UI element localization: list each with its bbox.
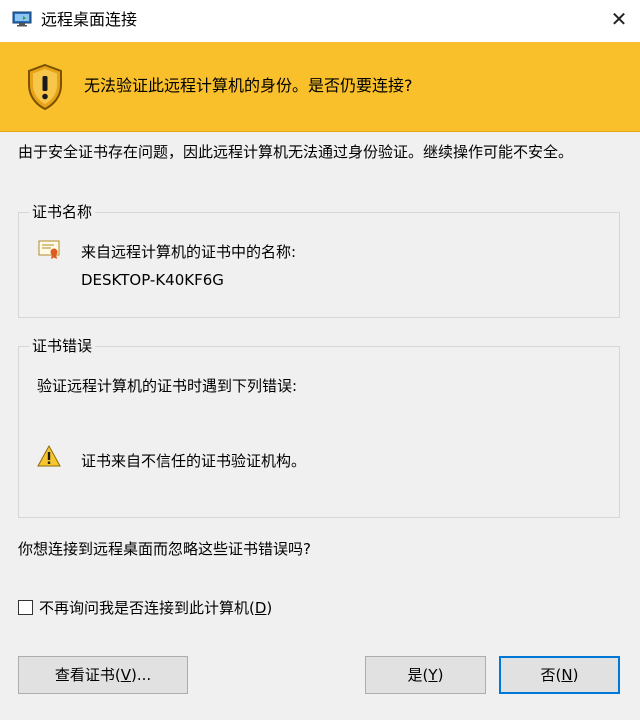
window-title: 远程桌面连接 — [41, 10, 138, 29]
no-label-end: ) — [572, 666, 579, 684]
certificate-icon — [38, 240, 62, 260]
dont-ask-again-label-end: ) — [266, 598, 273, 617]
certificate-name-value: DESKTOP-K40KF6G — [81, 271, 224, 289]
certificate-name-label: 来自远程计算机的证书中的名称: — [81, 243, 297, 261]
dont-ask-again-checkbox-row[interactable]: 不再询问我是否连接到此计算机(D) — [18, 595, 272, 619]
warning-banner: 无法验证此远程计算机的身份。是否仍要连接? — [0, 42, 640, 132]
ignore-errors-question: 你想连接到远程桌面而忽略这些证书错误吗? — [18, 540, 311, 558]
certificate-error-item: 证书来自不信任的证书验证机构。 — [81, 452, 307, 470]
view-certificate-label: 查看证书( — [54, 666, 121, 684]
yes-button[interactable]: 是(Y) — [365, 656, 486, 694]
certificate-error-group: 证书错误 验证远程计算机的证书时遇到下列错误: 证书来自不信任的证书验证机构。 — [18, 334, 620, 518]
certificate-error-intro: 验证远程计算机的证书时遇到下列错误: — [37, 377, 298, 395]
certificate-name-legend: 证书名称 — [29, 200, 96, 224]
view-certificate-label-end: )... — [130, 666, 152, 684]
certificate-error-legend: 证书错误 — [29, 334, 96, 358]
no-button[interactable]: 否(N) — [499, 656, 620, 694]
view-certificate-accel: V — [120, 666, 131, 684]
security-description: 由于安全证书存在问题，因此远程计算机无法通过身份验证。继续操作可能不安全。 — [18, 143, 574, 161]
close-button[interactable]: ✕ — [610, 8, 628, 30]
warning-triangle-icon — [37, 444, 61, 467]
no-accel: N — [561, 666, 573, 684]
yes-label: 是( — [407, 666, 429, 684]
security-shield-warning-icon — [25, 63, 65, 111]
yes-accel: Y — [428, 666, 438, 684]
title-bar: 远程桌面连接 ✕ — [0, 0, 640, 42]
yes-label-end: ) — [437, 666, 444, 684]
no-label: 否( — [540, 666, 562, 684]
dont-ask-again-label[interactable]: 不再询问我是否连接到此计算机(D) — [39, 597, 272, 618]
dont-ask-again-label-text: 不再询问我是否连接到此计算机( — [39, 598, 255, 617]
remote-desktop-icon — [12, 11, 32, 27]
dont-ask-again-checkbox[interactable] — [18, 599, 33, 615]
view-certificate-button[interactable]: 查看证书(V)... — [18, 656, 188, 694]
banner-message: 无法验证此远程计算机的身份。是否仍要连接? — [84, 76, 413, 95]
close-icon: ✕ — [610, 7, 628, 31]
dont-ask-again-accel: D — [254, 598, 267, 617]
certificate-name-group: 证书名称 来自远程计算机的证书中的名称: DESKTOP-K40KF6G — [18, 200, 620, 318]
